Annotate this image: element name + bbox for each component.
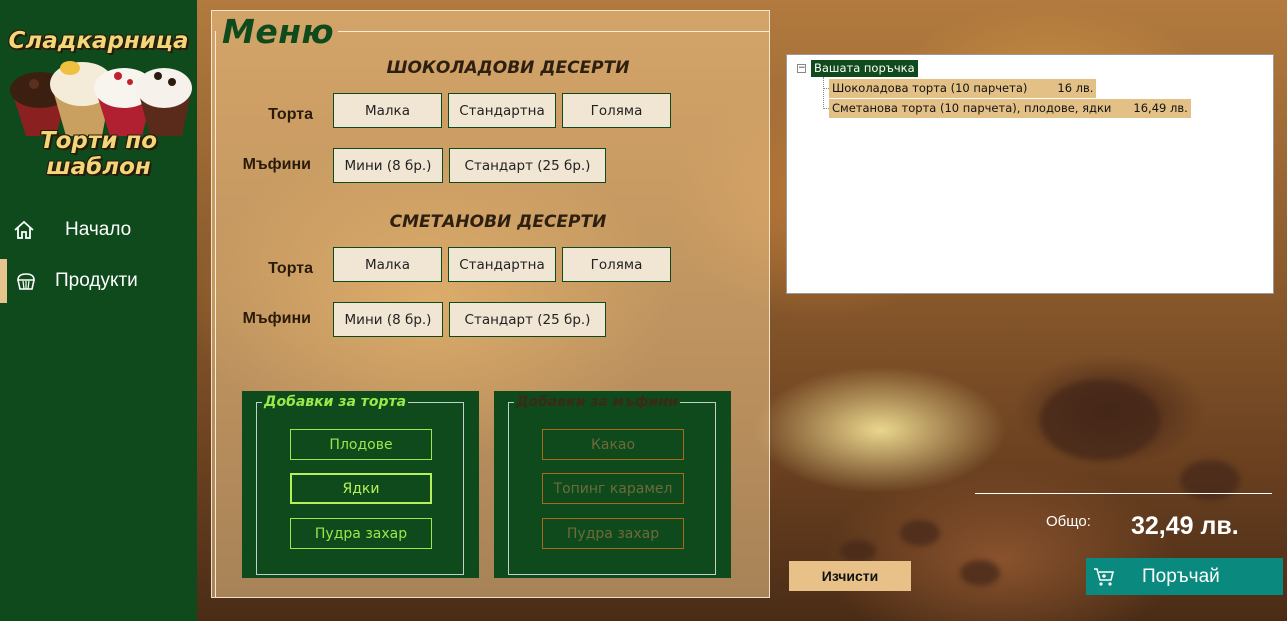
- order-item[interactable]: Шоколадова торта (10 парчета) 16 лв.: [829, 79, 1097, 98]
- order-tree-root[interactable]: Вашата поръчка: [811, 60, 918, 77]
- cream-cake-label: Торта: [268, 260, 313, 277]
- total-divider: [975, 493, 1272, 494]
- total-label: Общо:: [1046, 513, 1091, 530]
- home-icon: [12, 218, 36, 242]
- nav-products-label: Продукти: [55, 270, 138, 291]
- chocolate-section-heading: ШОКОЛАДОВИ ДЕСЕРТИ: [386, 58, 630, 78]
- cake-addon-fruit-button[interactable]: Плодове: [290, 429, 432, 460]
- cake-addons-legend: Добавки за торта: [262, 394, 409, 410]
- logo-title-bottom: Торти по шаблон: [39, 128, 158, 180]
- menu-frame-line: [215, 31, 216, 597]
- cake-addon-powdered-sugar-button[interactable]: Пудра захар: [290, 518, 432, 549]
- order-button-label: Поръчай: [1142, 565, 1220, 587]
- muffin-addon-caramel-button: Топинг карамел: [542, 473, 684, 504]
- chocolate-cake-label: Торта: [268, 106, 313, 123]
- nav-home-label: Начало: [65, 219, 132, 240]
- chocolate-cake-large-button[interactable]: Голяма: [562, 93, 671, 128]
- muffin-addon-cocoa-button: Какао: [542, 429, 684, 460]
- cream-muffin-mini-button[interactable]: Мини (8 бр.): [333, 302, 443, 337]
- order-tree[interactable]: − Вашата поръчка Шоколадова торта (10 па…: [786, 54, 1274, 294]
- clear-button[interactable]: Изчисти: [789, 561, 911, 591]
- chocolate-muffin-mini-button[interactable]: Мини (8 бр.): [333, 148, 443, 183]
- chocolate-cake-standard-button[interactable]: Стандартна: [448, 93, 556, 128]
- menu-title: Меню: [222, 12, 335, 51]
- cream-muffin-standard-button[interactable]: Стандарт (25 бр.): [449, 302, 606, 337]
- cupcake-icon: [14, 269, 38, 293]
- cream-section-heading: СМЕТАНОВИ ДЕСЕРТИ: [389, 212, 607, 232]
- cream-cake-standard-button[interactable]: Стандартна: [448, 247, 556, 282]
- order-item-price: 16 лв.: [1057, 81, 1094, 95]
- order-item[interactable]: Сметанова торта (10 парчета), плодове, я…: [829, 99, 1191, 118]
- chocolate-muffin-standard-button[interactable]: Стандарт (25 бр.): [449, 148, 606, 183]
- cream-muffin-label: Мъфини: [242, 310, 311, 327]
- menu-title-divider: [338, 31, 769, 32]
- nav-item-products[interactable]: Продукти: [0, 259, 197, 303]
- tree-connector: [823, 77, 824, 109]
- collapse-toggle-icon[interactable]: −: [797, 64, 806, 73]
- muffin-addon-powdered-sugar-button: Пудра захар: [542, 518, 684, 549]
- cart-icon: [1093, 565, 1117, 589]
- sidebar: Сладкарница Торти по шаблон Начало Проду…: [0, 0, 197, 621]
- order-button[interactable]: Поръчай: [1086, 558, 1283, 595]
- logo-title-top: Сладкарница: [8, 28, 189, 54]
- nav-item-home[interactable]: Начало: [0, 208, 197, 252]
- chocolate-cake-small-button[interactable]: Малка: [333, 93, 442, 128]
- chocolate-muffin-label: Мъфини: [242, 156, 311, 173]
- total-value: 32,49 лв.: [1131, 512, 1239, 540]
- cream-cake-small-button[interactable]: Малка: [333, 247, 442, 282]
- logo: Сладкарница Торти по шаблон: [0, 0, 197, 180]
- order-item-price: 16,49 лв.: [1133, 101, 1188, 115]
- cake-addon-nuts-button[interactable]: Ядки: [290, 473, 432, 504]
- order-item-name: Сметанова торта (10 парчета), плодове, я…: [832, 101, 1112, 115]
- muffin-addons-legend: Добавки за мъфини: [514, 394, 680, 410]
- cupcakes-illustration: [10, 61, 192, 136]
- cream-cake-large-button[interactable]: Голяма: [562, 247, 671, 282]
- order-item-name: Шоколадова торта (10 парчета): [832, 81, 1028, 95]
